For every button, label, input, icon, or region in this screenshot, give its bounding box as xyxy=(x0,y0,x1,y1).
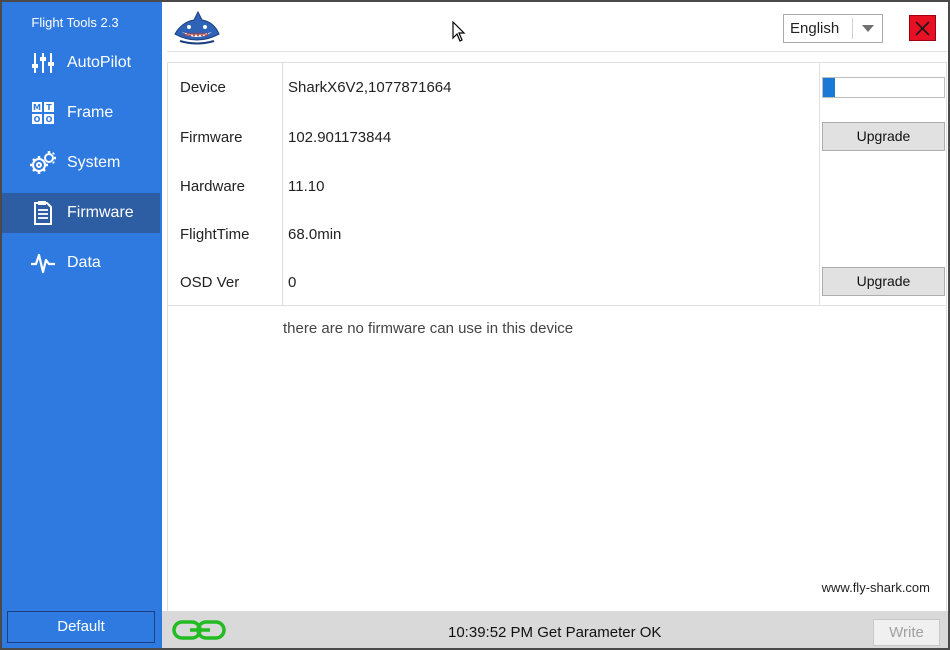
progress-fill xyxy=(823,78,836,97)
sidebar-item-label: Firmware xyxy=(67,204,134,221)
status-bar: 10:39:52 PM Get Parameter OK Write xyxy=(162,611,948,648)
default-button[interactable]: Default xyxy=(7,611,155,643)
flighttime-label: FlightTime xyxy=(180,226,250,243)
device-label: Device xyxy=(180,79,226,96)
mouse-cursor-icon xyxy=(452,20,466,48)
sidebar: Flight Tools 2.3 AutoPilot M T O O Frame… xyxy=(2,2,162,648)
sidebar-item-frame[interactable]: M T O O Frame xyxy=(2,93,160,133)
sidebar-item-label: Frame xyxy=(67,104,114,121)
flighttime-value: 68.0min xyxy=(288,226,342,243)
sidebar-item-label: AutoPilot xyxy=(67,54,132,71)
firmware-panel: Device SharkX6V2,1077871664 Firmware 102… xyxy=(167,62,947,612)
svg-text:O: O xyxy=(46,115,53,124)
header-divider xyxy=(167,51,947,52)
hardware-value: 11.10 xyxy=(288,178,325,195)
device-value: SharkX6V2,1077871664 xyxy=(288,79,452,96)
firmware-message: there are no firmware can use in this de… xyxy=(283,320,574,337)
sidebar-item-label: System xyxy=(67,154,121,171)
language-select-value: English xyxy=(790,20,840,37)
firmware-upgrade-button[interactable]: Upgrade xyxy=(822,122,945,151)
svg-text:T: T xyxy=(46,103,52,112)
column-divider xyxy=(819,63,820,306)
sidebar-item-firmware[interactable]: Firmware xyxy=(2,193,160,233)
link-icon xyxy=(172,618,228,647)
svg-text:M: M xyxy=(33,103,41,112)
close-icon xyxy=(915,20,930,36)
sidebar-item-autopilot[interactable]: AutoPilot xyxy=(2,43,160,83)
firmware-label: Firmware xyxy=(180,129,243,146)
sidebar-item-label: Data xyxy=(67,254,101,271)
osd-upgrade-button[interactable]: Upgrade xyxy=(822,267,945,296)
close-button[interactable] xyxy=(909,15,936,41)
gears-icon xyxy=(28,150,58,176)
sliders-icon xyxy=(28,52,58,74)
firmware-value: 102.901173844 xyxy=(288,129,392,146)
app-window: Flight Tools 2.3 AutoPilot M T O O Frame… xyxy=(0,0,950,650)
osd-ver-value: 0 xyxy=(288,274,297,291)
website-link[interactable]: www.fly-shark.com xyxy=(822,580,930,595)
mt-oo-icon: M T O O xyxy=(28,101,58,125)
column-divider xyxy=(282,63,283,306)
app-title: Flight Tools 2.3 xyxy=(31,15,119,30)
select-divider xyxy=(852,18,853,39)
pulse-icon xyxy=(28,252,58,274)
write-button[interactable]: Write xyxy=(873,619,940,646)
sidebar-item-data[interactable]: Data xyxy=(2,243,160,283)
hardware-label: Hardware xyxy=(180,178,246,195)
shark-logo-icon xyxy=(172,10,222,46)
device-info-table: Device SharkX6V2,1077871664 Firmware 102… xyxy=(168,63,946,306)
chevron-down-icon xyxy=(862,25,874,32)
osd-ver-label: OSD Ver xyxy=(180,274,240,291)
language-select[interactable]: English xyxy=(783,14,883,43)
status-message: 10:39:52 PM Get Parameter OK xyxy=(448,624,662,641)
document-icon xyxy=(28,200,58,226)
svg-text:O: O xyxy=(34,115,41,124)
sidebar-item-system[interactable]: System xyxy=(2,143,160,183)
upgrade-progress-bar xyxy=(822,77,945,98)
